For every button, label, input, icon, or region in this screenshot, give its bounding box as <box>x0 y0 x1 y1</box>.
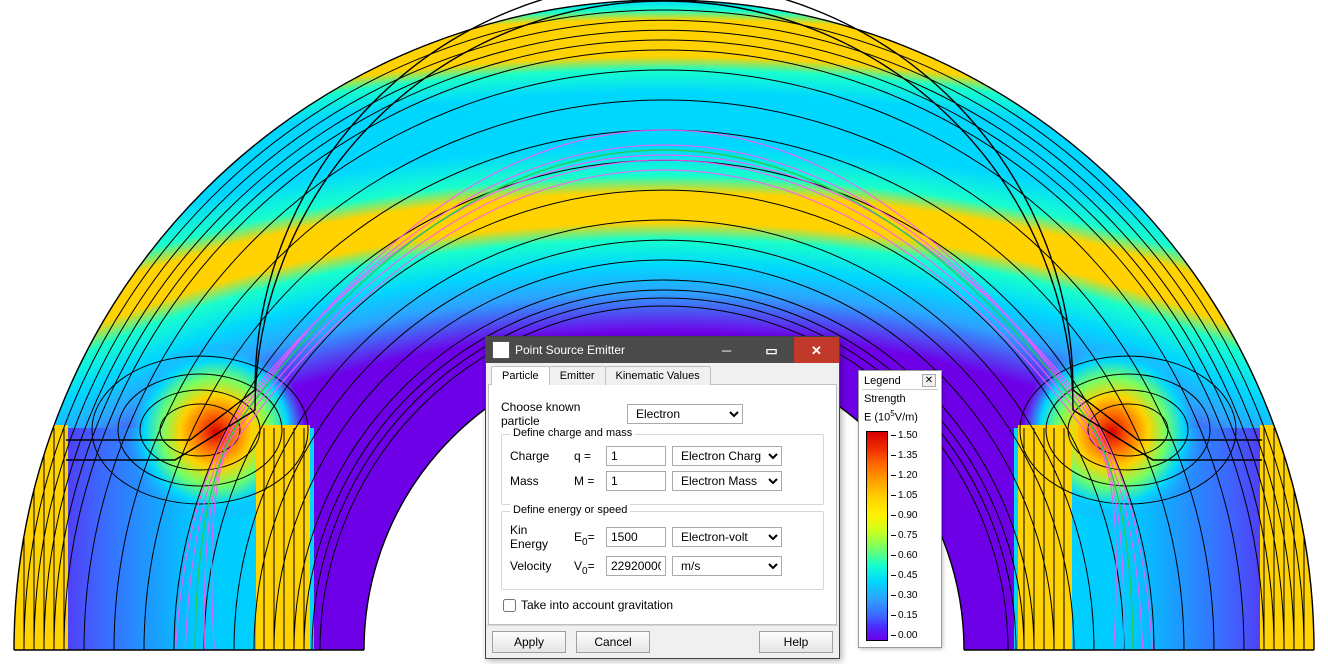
tab-kinematic-values[interactable]: Kinematic Values <box>605 366 711 385</box>
legend-title: Legend <box>864 375 901 387</box>
kin-energy-input[interactable] <box>606 527 666 547</box>
legend-ticks: 1.501.351.20 1.050.900.75 0.600.450.30 0… <box>891 431 917 641</box>
app-icon <box>492 341 510 359</box>
choose-particle-select[interactable]: Electron <box>627 404 743 424</box>
charge-input[interactable] <box>606 446 666 466</box>
mass-symbol: M = <box>574 474 600 488</box>
dialog-titlebar[interactable]: Point Source Emitter ─ ▭ ✕ <box>486 337 839 363</box>
velocity-input[interactable] <box>606 556 666 576</box>
mass-input[interactable] <box>606 471 666 491</box>
dialog-title: Point Source Emitter <box>515 343 704 357</box>
group-energy-speed: Define energy or speed Kin Energy E0= El… <box>501 511 824 590</box>
apply-button[interactable]: Apply <box>492 631 566 653</box>
velocity-symbol: V0= <box>574 559 600 573</box>
charge-label: Charge <box>510 449 568 463</box>
dialog-button-bar: Apply Cancel Help <box>486 625 839 658</box>
point-source-emitter-dialog: Point Source Emitter ─ ▭ ✕ Particle Emit… <box>485 336 840 659</box>
charge-symbol: q = <box>574 449 600 463</box>
tab-strip: Particle Emitter Kinematic Values <box>488 365 837 385</box>
legend-panel[interactable]: Legend ✕ Strength E (105V/m) 1.501.351.2… <box>858 370 942 648</box>
group-energy-speed-legend: Define energy or speed <box>510 504 630 516</box>
velocity-label: Velocity <box>510 559 568 573</box>
velocity-unit-select[interactable]: m/s <box>672 556 782 576</box>
mass-unit-select[interactable]: Electron Mass <box>672 471 782 491</box>
legend-close-button[interactable]: ✕ <box>922 374 936 387</box>
group-charge-mass: Define charge and mass Charge q = Electr… <box>501 434 824 505</box>
choose-particle-label: Choose known particle <box>501 400 621 428</box>
mass-label: Mass <box>510 474 568 488</box>
minimize-button[interactable]: ─ <box>704 337 749 363</box>
close-button[interactable]: ✕ <box>794 337 839 363</box>
maximize-button[interactable]: ▭ <box>749 337 794 363</box>
legend-colorbar <box>866 431 888 641</box>
legend-units: E (105V/m) <box>864 409 936 425</box>
kin-energy-unit-select[interactable]: Electron-volt <box>672 527 782 547</box>
charge-unit-select[interactable]: Electron Charge <box>672 446 782 466</box>
gravitation-checkbox[interactable] <box>503 599 516 612</box>
tab-panel-particle: Choose known particle Electron Define ch… <box>488 385 837 625</box>
tab-emitter[interactable]: Emitter <box>549 366 606 385</box>
legend-variable: Strength <box>864 393 936 406</box>
group-charge-mass-legend: Define charge and mass <box>510 427 635 439</box>
tab-particle[interactable]: Particle <box>491 366 550 385</box>
help-button[interactable]: Help <box>759 631 833 653</box>
kin-energy-symbol: E0= <box>574 530 600 544</box>
gravitation-label: Take into account gravitation <box>521 598 673 612</box>
cancel-button[interactable]: Cancel <box>576 631 650 653</box>
kin-energy-label: Kin Energy <box>510 523 568 551</box>
